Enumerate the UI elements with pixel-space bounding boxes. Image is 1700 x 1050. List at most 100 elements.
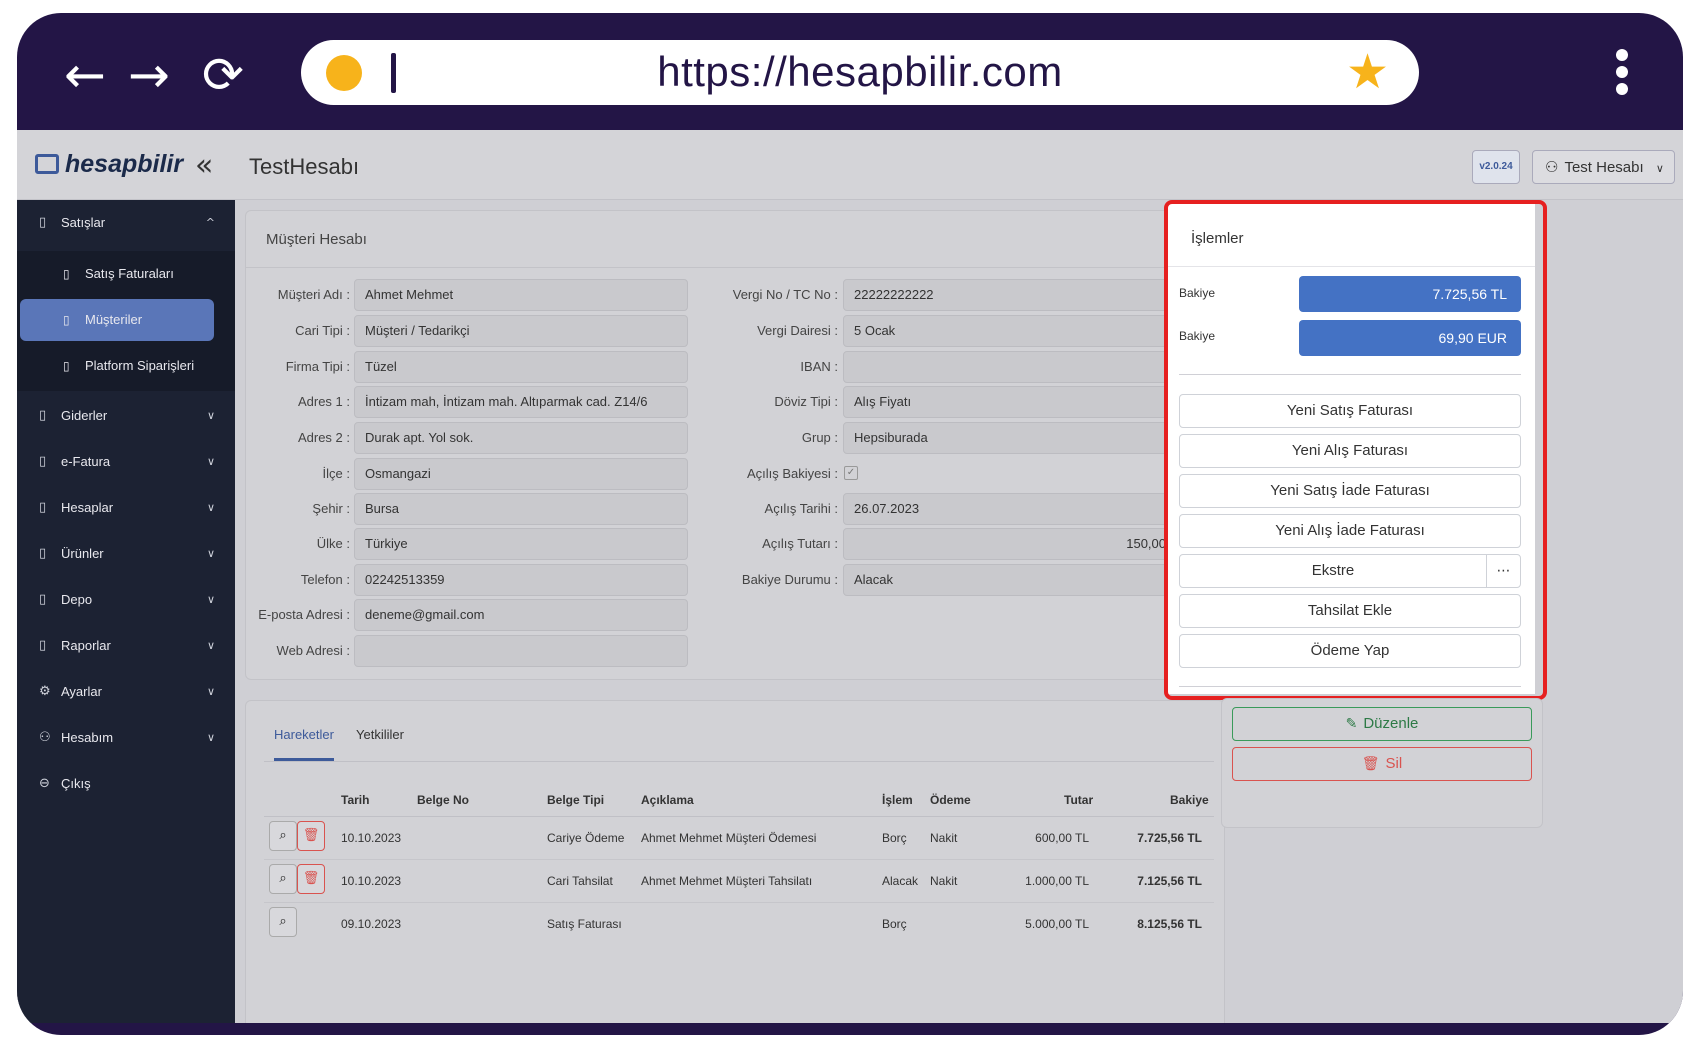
sidebar-item-ayarlar[interactable]: ⚙ Ayarlar ∨: [17, 669, 235, 715]
back-arrow-icon[interactable]: ←: [55, 47, 115, 107]
cell-tarih: 09.10.2023: [341, 917, 402, 931]
sidebar-item-hesaplar[interactable]: ▯ Hesaplar ∨: [17, 485, 235, 531]
field-label: Firma Tipi :: [285, 359, 350, 374]
cell-islem: Alacak: [882, 874, 919, 888]
cell-belge-tipi: Cariye Ödeme: [547, 831, 625, 845]
logo-text: hesapbilir: [65, 150, 184, 178]
forward-arrow-icon[interactable]: →: [119, 47, 179, 107]
company-type-field[interactable]: Tüzel: [354, 351, 688, 383]
sidebar-item-hesabim[interactable]: ⚇ Hesabım ∨: [17, 715, 235, 761]
cell-bakiye: 8.125,56 TL: [1137, 917, 1202, 931]
sidebar-item-efatura[interactable]: ▯ e-Fatura ∨: [17, 439, 235, 485]
sidebar-item-label: Platform Siparişleri: [85, 358, 195, 373]
column-header-bakiye[interactable]: Bakiye: [1170, 793, 1209, 807]
bookmark-star-icon[interactable]: ★: [1346, 44, 1389, 100]
website-field[interactable]: [354, 635, 688, 667]
group-field[interactable]: Hepsiburada: [843, 422, 1177, 454]
cell-aciklama: Ahmet Mehmet Müşteri Tahsilatı: [641, 874, 813, 888]
country-field[interactable]: Türkiye: [354, 528, 688, 560]
district-field[interactable]: Osmangazi: [354, 458, 688, 490]
edit-label: Düzenle: [1363, 715, 1419, 732]
field-label: Açılış Tarihi :: [764, 501, 838, 516]
balance-status-field[interactable]: Alacak: [843, 564, 1177, 596]
chevron-down-icon: ∨: [206, 455, 215, 468]
sidebar-item-label: Hesaplar: [61, 500, 114, 515]
field-label: Açılış Tutarı :: [762, 536, 838, 551]
field-label: Grup :: [801, 430, 838, 445]
expenses-icon: ▯: [39, 408, 47, 423]
phone-field[interactable]: 02242513359: [354, 564, 688, 596]
address2-field[interactable]: Durak apt. Yol sok.: [354, 422, 688, 454]
column-header-tutar[interactable]: Tutar: [1064, 793, 1093, 807]
cell-aciklama: Ahmet Mehmet Müşteri Ödemesi: [641, 831, 817, 845]
column-header-odeme[interactable]: Ödeme: [930, 793, 971, 807]
account-type-field[interactable]: Müşteri / Tedarikçi: [354, 315, 688, 347]
tax-number-field[interactable]: 22222222222: [843, 279, 1177, 311]
sidebar-item-label: Ayarlar: [61, 684, 102, 699]
column-header-aciklama[interactable]: Açıklama: [641, 793, 694, 807]
sidebar-item-musteriler[interactable]: ▯ Müşteriler: [20, 299, 214, 341]
opening-balance-checkbox[interactable]: ✓: [844, 466, 858, 480]
sidebar-collapse-icon[interactable]: «: [195, 148, 213, 183]
chevron-down-icon: ∨: [1655, 162, 1664, 175]
sidebar-item-depo[interactable]: ▯ Depo ∨: [17, 577, 235, 623]
sidebar-item-label: Müşteriler: [85, 312, 143, 327]
opening-date-field[interactable]: 26.07.2023: [843, 493, 1177, 525]
edit-button[interactable]: ✎ Düzenle: [1232, 707, 1532, 741]
currency-type-field[interactable]: Alış Fiyatı: [843, 386, 1177, 418]
edit-delete-card: ✎ Düzenle 🗑 Sil: [1221, 698, 1543, 828]
sidebar-item-platform-siparisleri[interactable]: ▯ Platform Siparişleri: [17, 343, 235, 389]
reload-icon[interactable]: ⟳: [193, 47, 253, 107]
tab-hareketler[interactable]: Hareketler: [274, 727, 334, 761]
tab-yetkililer[interactable]: Yetkililer: [356, 727, 404, 761]
address1-field[interactable]: İntizam mah, İntizam mah. Altıparmak cad…: [354, 386, 688, 418]
field-label: İlçe :: [322, 466, 350, 481]
warehouse-icon: ▯: [39, 592, 47, 607]
customer-name-field[interactable]: Ahmet Mehmet: [354, 279, 688, 311]
browser-toolbar: ← → ⟳ https://hesapbilir.com ★: [17, 13, 1683, 130]
sidebar-item-raporlar[interactable]: ▯ Raporlar ∨: [17, 623, 235, 669]
sidebar-item-label: e-Fatura: [61, 454, 111, 469]
search-icon: ⌕: [279, 871, 287, 886]
column-header-belge-no[interactable]: Belge No: [417, 793, 469, 807]
customer-account-card: Müşteri Hesabı Müşteri Adı : Ahmet Mehmet…: [245, 210, 1245, 680]
sidebar-item-satis-faturalari[interactable]: ▯ Satış Faturaları: [17, 251, 235, 297]
sales-icon: ▯: [39, 215, 47, 230]
chevron-down-icon: ∨: [206, 639, 215, 652]
view-row-button[interactable]: ⌕: [269, 864, 297, 894]
sidebar-item-label: Çıkış: [61, 776, 91, 791]
url-text[interactable]: https://hesapbilir.com: [301, 48, 1419, 96]
cell-odeme: Nakit: [930, 874, 958, 888]
cell-tutar: 1.000,00 TL: [1025, 874, 1089, 888]
user-menu-button[interactable]: ⚇ Test Hesabı ∨: [1532, 150, 1675, 184]
column-header-belge-tipi[interactable]: Belge Tipi: [547, 793, 604, 807]
cell-bakiye: 7.125,56 TL: [1137, 874, 1202, 888]
city-field[interactable]: Bursa: [354, 493, 688, 525]
sidebar-item-cikis[interactable]: ⊖ Çıkış: [17, 761, 235, 807]
app-logo[interactable]: hesapbilir: [35, 150, 183, 179]
sidebar-item-urunler[interactable]: ▯ Ürünler ∨: [17, 531, 235, 577]
view-row-button[interactable]: ⌕: [269, 907, 297, 937]
delete-row-button[interactable]: 🗑: [297, 821, 325, 851]
sidebar-item-giderler[interactable]: ▯ Giderler ∨: [17, 393, 235, 439]
cell-odeme: Nakit: [930, 831, 958, 845]
delete-row-button[interactable]: 🗑: [297, 864, 325, 894]
address-bar[interactable]: https://hesapbilir.com ★: [301, 40, 1419, 105]
column-header-islem[interactable]: İşlem: [882, 793, 913, 807]
trash-icon: 🗑: [302, 871, 320, 886]
tabs-divider: [264, 761, 1214, 762]
cell-belge-tipi: Satış Faturası: [547, 917, 622, 931]
browser-menu-icon[interactable]: [1612, 49, 1632, 99]
sidebar-item-satislar[interactable]: ▯ Satışlar ^: [17, 200, 235, 246]
cell-islem: Borç: [882, 917, 907, 931]
iban-field[interactable]: [843, 351, 1177, 383]
delete-button[interactable]: 🗑 Sil: [1232, 747, 1532, 781]
column-header-tarih[interactable]: Tarih: [341, 793, 369, 807]
sidebar-item-label: Giderler: [61, 408, 108, 423]
field-label: Cari Tipi :: [295, 323, 350, 338]
row-divider: [264, 902, 1214, 903]
opening-amount-field[interactable]: 150,00: [843, 528, 1177, 560]
email-field[interactable]: deneme@gmail.com: [354, 599, 688, 631]
tax-office-field[interactable]: 5 Ocak: [843, 315, 1177, 347]
view-row-button[interactable]: ⌕: [269, 821, 297, 851]
